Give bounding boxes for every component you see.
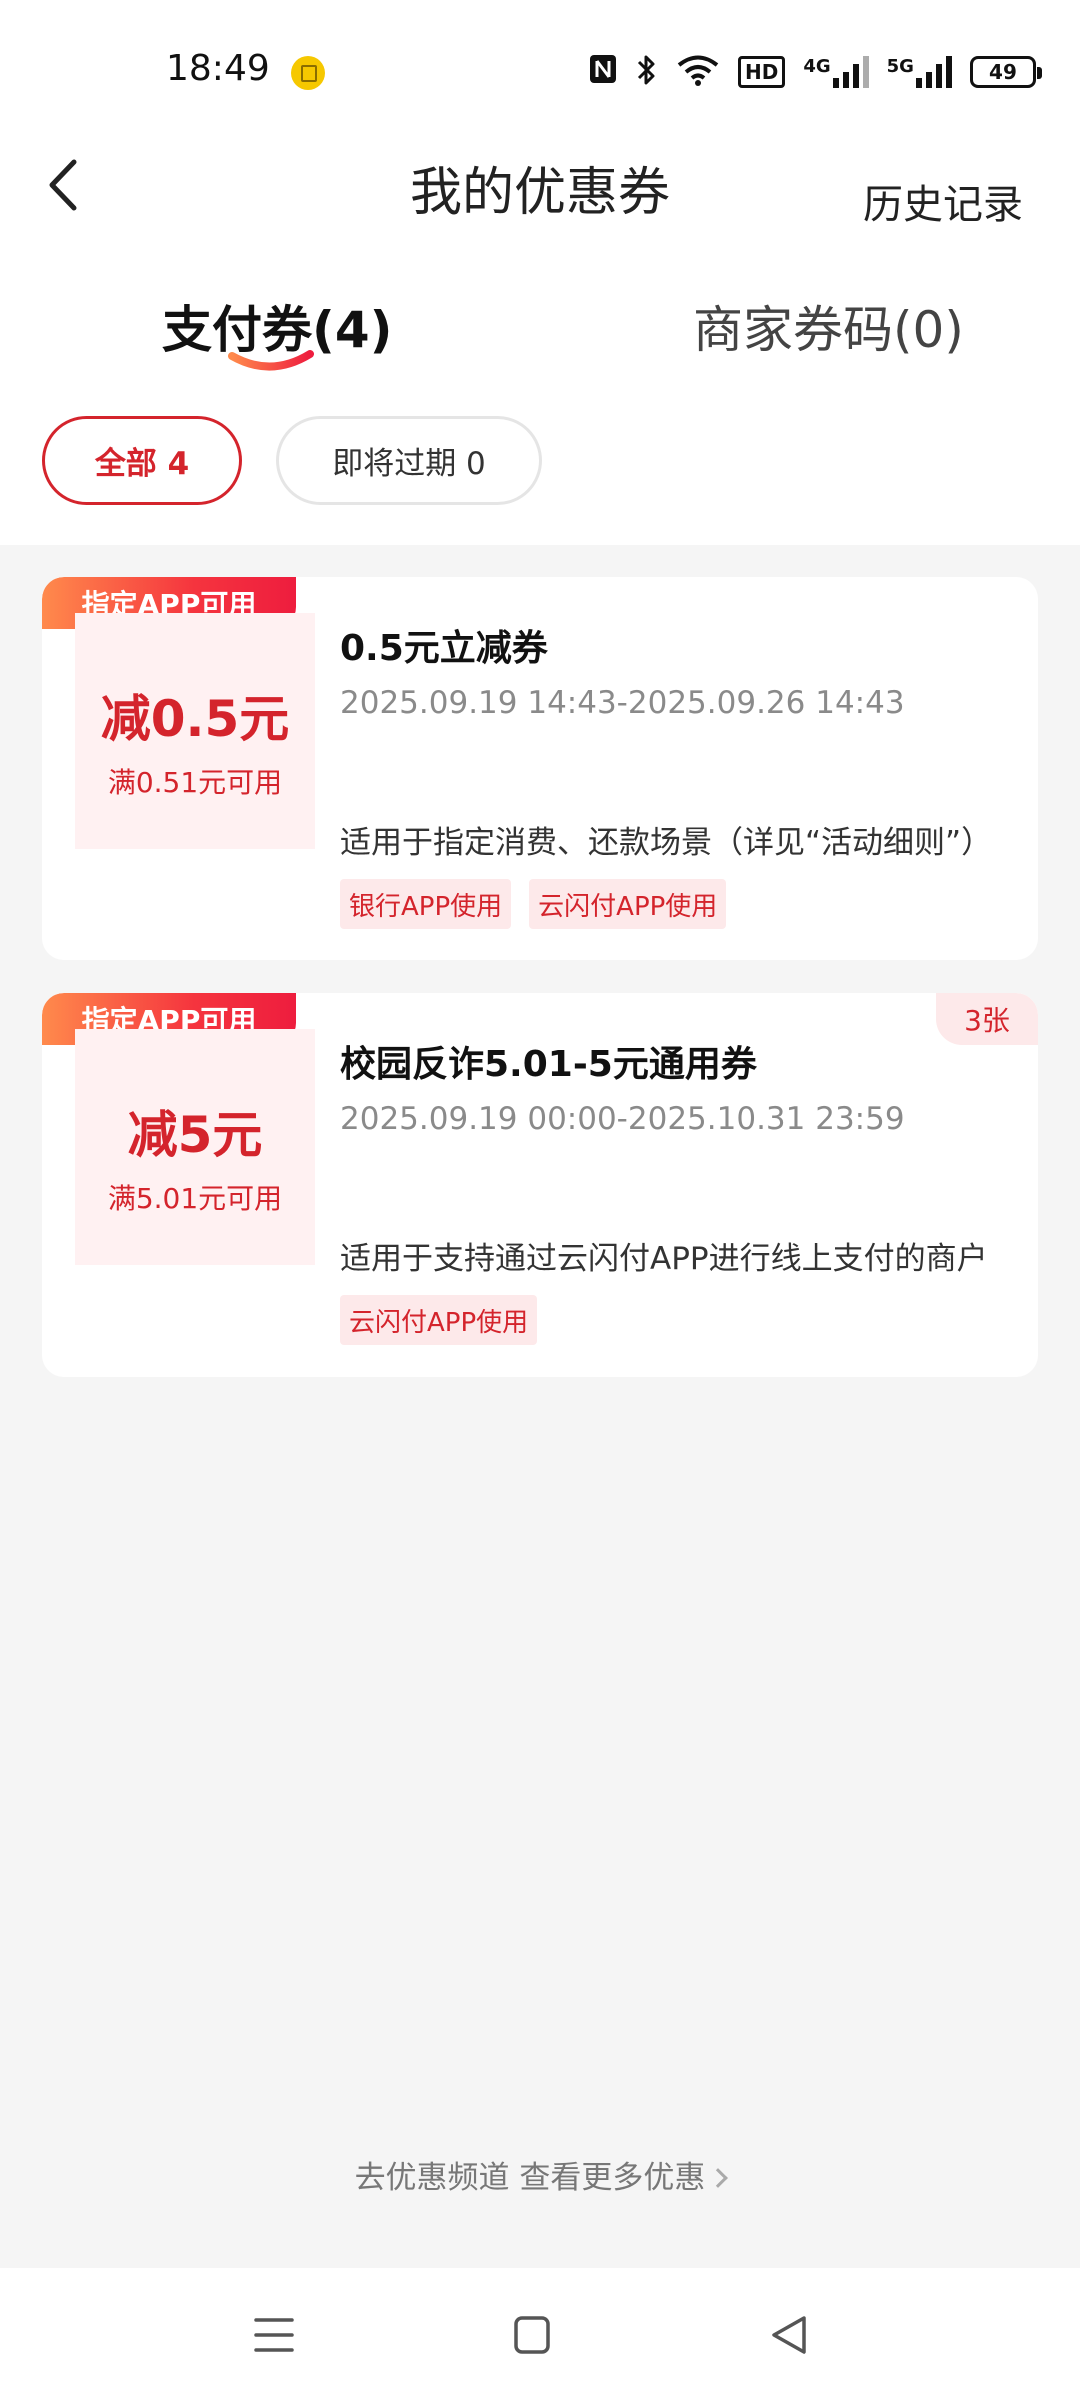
- network-5g-label: 5G: [886, 56, 914, 77]
- filter-all[interactable]: 全部 4: [42, 416, 242, 505]
- coupon-name: 0.5元立减券: [340, 628, 548, 669]
- coupon-value-box: 减5元 满5.01元可用: [75, 1029, 315, 1265]
- tab-merchant-codes[interactable]: 商家券码(0): [693, 290, 964, 362]
- nfc-icon: [588, 53, 618, 92]
- history-link[interactable]: 历史记录: [863, 172, 1023, 230]
- menu-icon: [254, 2318, 294, 2352]
- tab-active-indicator: [228, 350, 314, 371]
- signal-4g: 4G: [803, 56, 869, 88]
- triangle-back-icon: [772, 2316, 806, 2354]
- wifi-icon: [676, 54, 720, 90]
- coupon-card[interactable]: 指定APP可用 减0.5元 满0.51元可用 0.5元立减券 2025.09.1…: [42, 577, 1038, 960]
- status-bar: 18:49 HD 4G 5G 49: [0, 0, 1080, 140]
- nav-home-button[interactable]: [502, 2308, 562, 2362]
- coupon-name: 校园反诈5.01-5元通用券: [340, 1044, 757, 1085]
- coupon-tag: 云闪付APP使用: [340, 1295, 538, 1345]
- bluetooth-icon: [636, 53, 658, 91]
- filter-expiring[interactable]: 即将过期 0: [276, 416, 542, 505]
- coupon-tags: 云闪付APP使用: [340, 1295, 538, 1345]
- coupon-value-box: 减0.5元 满0.51元可用: [75, 613, 315, 849]
- more-offers-label: 去优惠频道 查看更多优惠: [354, 2160, 706, 2196]
- coupon-tag: 云闪付APP使用: [529, 879, 727, 929]
- coupon-amount: 减5元: [127, 1106, 263, 1164]
- coupon-count-badge: 3张: [936, 993, 1038, 1045]
- coupon-validity: 2025.09.19 14:43-2025.09.26 14:43: [340, 685, 905, 721]
- coupon-condition: 满0.51元可用: [107, 766, 283, 799]
- coupon-tag: 银行APP使用: [340, 879, 512, 929]
- coupon-tags: 银行APP使用 云闪付APP使用: [340, 879, 727, 929]
- nav-recents-button[interactable]: [244, 2308, 304, 2362]
- home-square-icon: [514, 2316, 550, 2354]
- coupon-description: 适用于指定消费、还款场景（详见“活动细则”）: [340, 825, 993, 861]
- notification-app-icon: [291, 56, 325, 90]
- status-time: 18:49: [166, 48, 270, 89]
- nav-back-button[interactable]: [760, 2308, 820, 2362]
- coupon-condition: 满5.01元可用: [107, 1182, 283, 1215]
- coupon-description: 适用于支持通过云闪付APP进行线上支付的商户: [340, 1241, 988, 1277]
- battery-icon: 49: [969, 56, 1042, 88]
- coupon-amount: 减0.5元: [100, 690, 290, 748]
- status-icons: HD 4G 5G 49: [588, 50, 1042, 94]
- network-4g-label: 4G: [803, 56, 831, 77]
- more-offers-link[interactable]: 去优惠频道 查看更多优惠: [0, 2152, 1080, 2197]
- signal-bars-icon: [915, 56, 952, 88]
- system-nav-bar: [0, 2268, 1080, 2400]
- signal-bars-icon: [832, 56, 869, 88]
- hd-icon: HD: [738, 56, 786, 88]
- coupon-card[interactable]: 指定APP可用 3张 减5元 满5.01元可用 校园反诈5.01-5元通用券 2…: [42, 993, 1038, 1377]
- signal-5g: 5G: [887, 56, 952, 88]
- chevron-right-icon: [708, 2168, 729, 2188]
- coupon-validity: 2025.09.19 00:00-2025.10.31 23:59: [340, 1101, 905, 1137]
